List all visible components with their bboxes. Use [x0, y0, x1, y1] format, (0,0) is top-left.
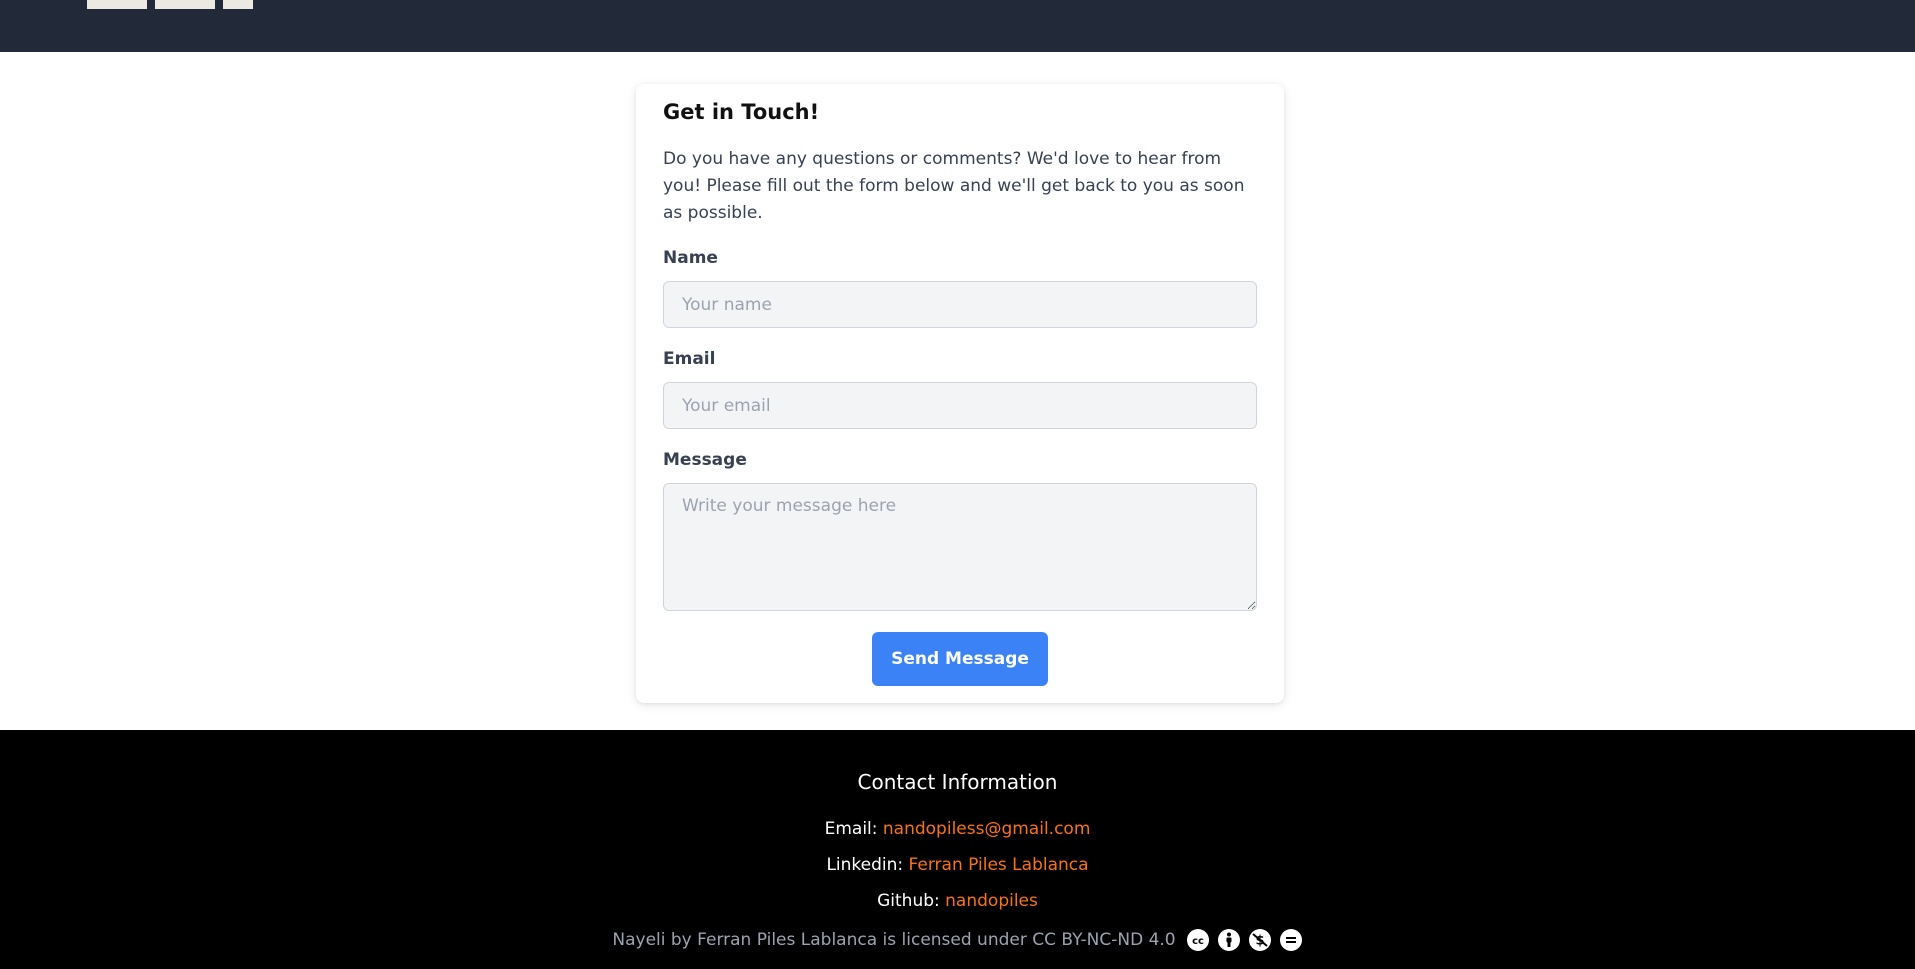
footer-linkedin-row: Linkedin: Ferran Piles Lablanca	[0, 855, 1915, 875]
footer-github-link[interactable]: nandopiles	[945, 891, 1038, 911]
by-icon	[1217, 929, 1240, 951]
email-label: Email	[663, 349, 716, 369]
name-input[interactable]	[663, 281, 1257, 328]
message-label: Message	[663, 450, 747, 470]
top-navbar	[0, 0, 1915, 52]
footer-linkedin-link[interactable]: Ferran Piles Lablanca	[909, 855, 1089, 875]
footer-linkedin-label: Linkedin:	[826, 855, 909, 875]
license-icons: cc $	[1186, 928, 1303, 952]
footer-email-row: Email: nandopiless@gmail.com	[0, 819, 1915, 839]
nc-icon: $	[1248, 929, 1271, 951]
message-textarea[interactable]	[663, 483, 1257, 611]
license-notice: Nayeli by Ferran Piles Lablanca is licen…	[0, 928, 1915, 952]
site-footer: Contact Information Email: nandopiless@g…	[0, 730, 1915, 969]
svg-text:cc: cc	[1192, 936, 1204, 947]
footer-github-label: Github:	[877, 891, 946, 911]
logo-block	[223, 0, 253, 9]
nd-icon	[1279, 929, 1302, 951]
name-label: Name	[663, 248, 718, 268]
footer-email-link[interactable]: nandopiless@gmail.com	[883, 819, 1091, 839]
email-input[interactable]	[663, 382, 1257, 429]
send-message-button[interactable]: Send Message	[872, 632, 1048, 686]
license-text[interactable]: Nayeli by Ferran Piles Lablanca is licen…	[612, 930, 1175, 950]
contact-info-heading: Contact Information	[857, 770, 1058, 794]
contact-form-card: Get in Touch! Do you have any questions …	[636, 84, 1284, 703]
cc-icon: cc	[1186, 929, 1209, 951]
footer-email-label: Email:	[824, 819, 883, 839]
footer-github-row: Github: nandopiles	[0, 891, 1915, 911]
logo-block	[155, 0, 215, 9]
form-intro-text: Do you have any questions or comments? W…	[663, 149, 1245, 223]
site-logo[interactable]	[87, 0, 253, 9]
logo-block	[87, 0, 147, 9]
form-title: Get in Touch!	[663, 100, 820, 124]
